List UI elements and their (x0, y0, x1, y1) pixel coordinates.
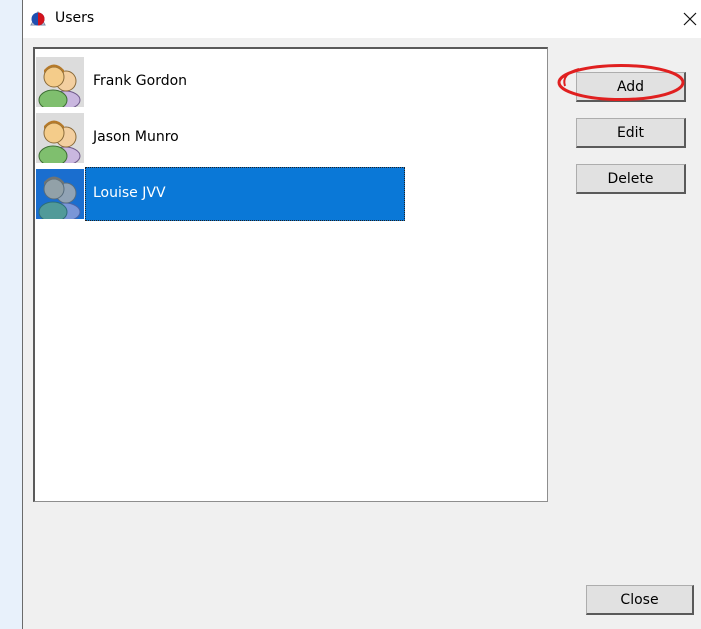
add-button[interactable]: Add (576, 72, 686, 102)
users-group-icon (36, 169, 84, 223)
list-item-user-1[interactable]: Jason Munro (35, 111, 407, 167)
window-title: Users (55, 10, 95, 26)
user-name: Frank Gordon (93, 73, 188, 89)
users-dialog: Users Frank Gordon Jason Munro Louise JV… (22, 0, 701, 629)
users-list[interactable]: Frank Gordon Jason Munro Louise JVV (33, 47, 548, 502)
close-icon (683, 12, 697, 26)
list-item-user-2[interactable]: Louise JVV (35, 167, 407, 223)
users-group-icon (36, 57, 84, 111)
user-name: Jason Munro (93, 129, 179, 145)
users-group-icon (36, 113, 84, 167)
delete-button[interactable]: Delete (576, 164, 686, 194)
close-button[interactable]: Close (586, 585, 694, 615)
globe-app-icon (30, 10, 46, 26)
user-name: Louise JVV (93, 185, 166, 201)
list-item-user-0[interactable]: Frank Gordon (35, 55, 407, 111)
title-bar: Users (23, 0, 701, 38)
edit-button[interactable]: Edit (576, 118, 686, 148)
close-window-button[interactable] (679, 0, 701, 38)
